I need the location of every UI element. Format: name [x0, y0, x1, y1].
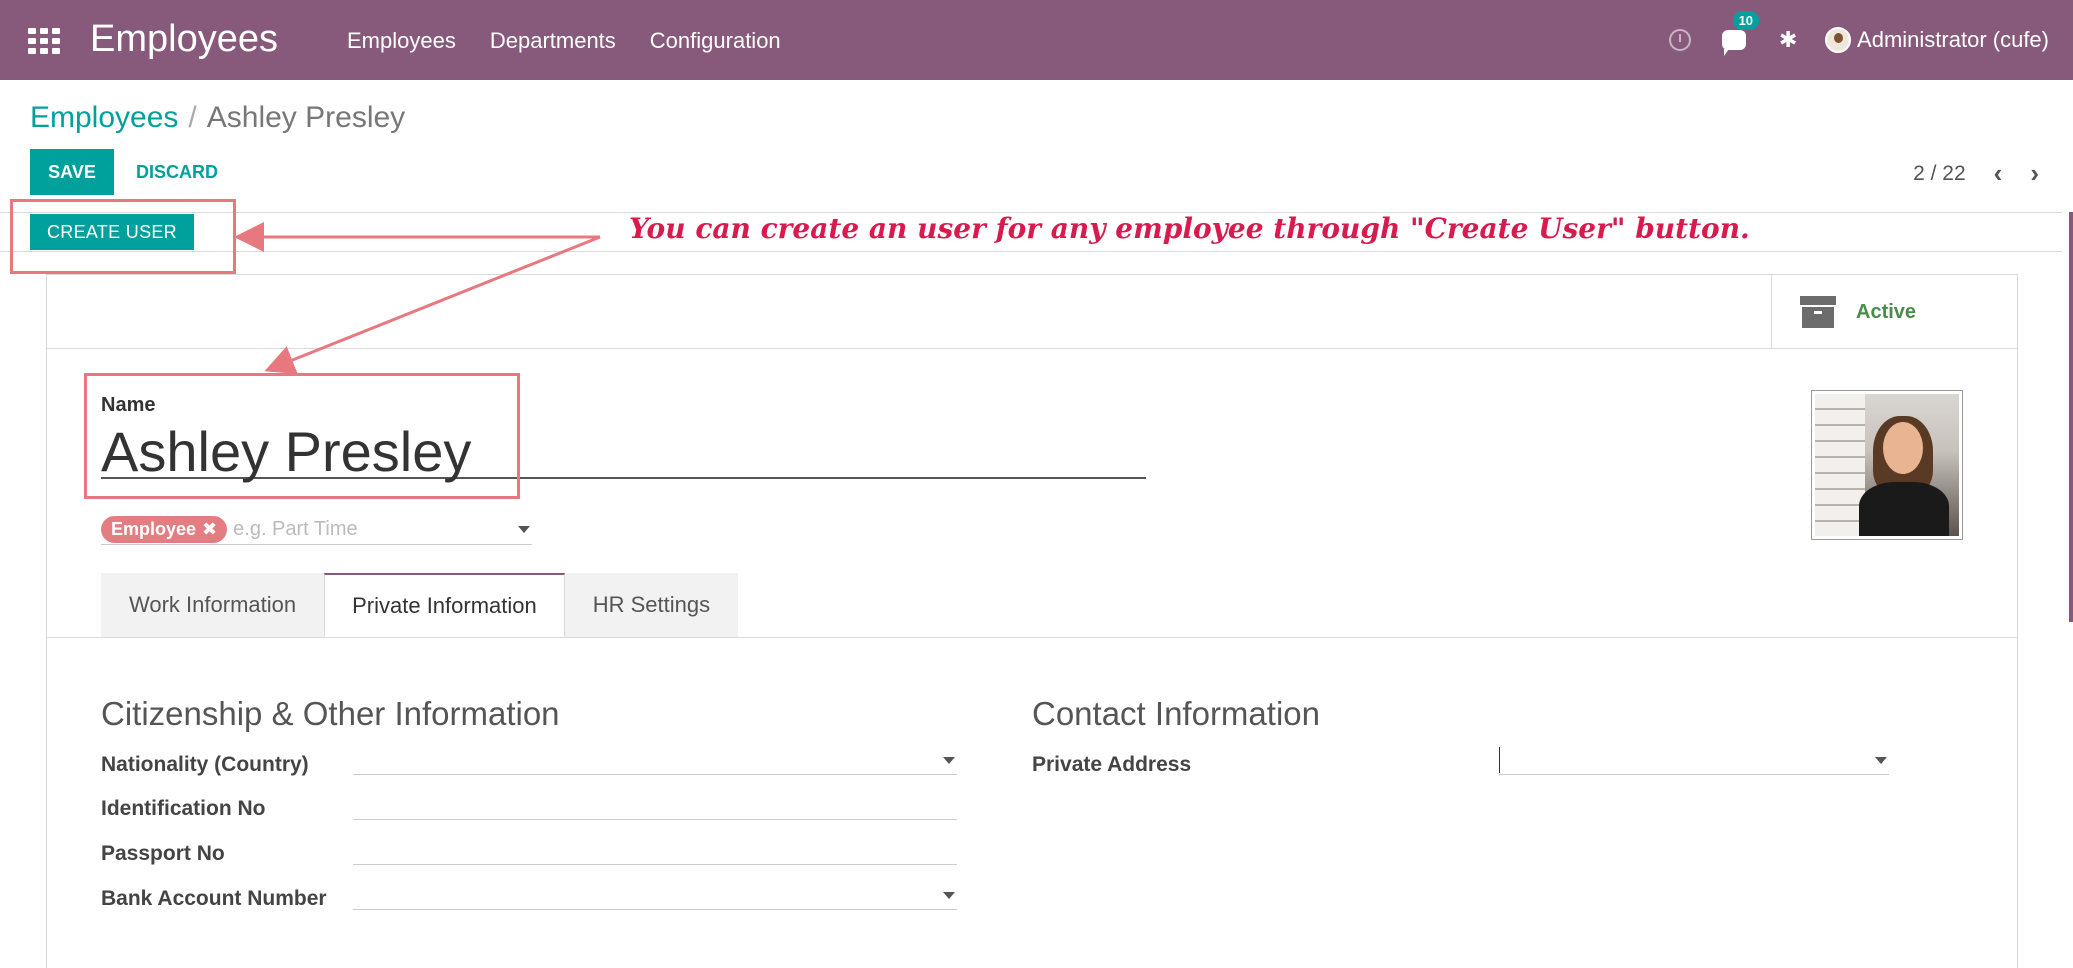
chevron-left-icon[interactable]: ‹ — [1994, 158, 2003, 189]
employee-photo[interactable] — [1811, 390, 1963, 540]
bank-account-label: Bank Account Number — [101, 887, 327, 910]
name-highlight-box — [84, 373, 520, 499]
avatar[interactable] — [1825, 27, 1852, 53]
main-menu: Employees Departments Configuration — [347, 28, 781, 54]
debug-button[interactable]: ✱ — [1771, 23, 1805, 57]
chat-icon — [1722, 30, 1747, 56]
menu-item-employees[interactable]: Employees — [347, 28, 456, 54]
remove-tag-icon[interactable]: ✖ — [202, 519, 217, 540]
breadcrumb-parent[interactable]: Employees — [30, 101, 178, 134]
tab-private-information[interactable]: Private Information — [324, 573, 565, 637]
activity-button[interactable] — [1663, 23, 1697, 57]
tags-field[interactable]: Employee ✖ e.g. Part Time — [101, 515, 532, 545]
notebook-tabs: Work Information Private Information HR … — [101, 573, 739, 637]
archive-icon — [1800, 296, 1836, 328]
chevron-down-icon[interactable] — [1875, 757, 1887, 764]
bug-icon: ✱ — [1778, 27, 1798, 52]
tag-employee: Employee ✖ — [101, 516, 228, 543]
top-navbar: Employees Employees Departments Configur… — [0, 0, 2073, 80]
chevron-down-icon[interactable] — [943, 757, 955, 764]
tags-placeholder: e.g. Part Time — [233, 518, 358, 540]
menu-item-departments[interactable]: Departments — [490, 28, 616, 54]
chevron-down-icon[interactable] — [943, 892, 955, 899]
identification-input[interactable] — [353, 790, 957, 820]
nationality-label: Nationality (Country) — [101, 753, 309, 776]
button-box: Active — [47, 275, 2017, 349]
bank-account-select[interactable] — [353, 880, 957, 910]
pager-value[interactable]: 2 / 22 — [1913, 162, 1966, 186]
tab-work-information[interactable]: Work Information — [101, 573, 325, 637]
window-edge — [2069, 212, 2073, 622]
discard-button[interactable]: DISCARD — [124, 149, 230, 195]
tab-hr-settings[interactable]: HR Settings — [564, 573, 739, 637]
text-cursor — [1499, 747, 1500, 773]
messages-button[interactable]: 10 — [1717, 11, 1760, 57]
clock-icon — [1669, 29, 1692, 51]
chevron-down-icon[interactable] — [518, 526, 530, 533]
breadcrumb: Employees / Ashley Presley — [30, 101, 405, 135]
active-toggle-button[interactable]: Active — [1771, 275, 2017, 349]
pager: 2 / 22 ‹ › — [1913, 158, 2039, 189]
app-title: Employees — [90, 18, 278, 60]
photo-image — [1815, 394, 1959, 536]
nationality-select[interactable] — [353, 745, 957, 775]
navbar-systray: 10 ✱ Administrator (cufe) — [1663, 11, 2049, 60]
private-address-select[interactable] — [1499, 745, 1889, 775]
create-user-highlight-box — [10, 199, 236, 274]
messages-count-badge: 10 — [1732, 11, 1760, 30]
breadcrumb-separator: / — [188, 101, 197, 134]
private-address-label: Private Address — [1032, 753, 1192, 776]
save-button[interactable]: SAVE — [30, 149, 114, 195]
chevron-right-icon[interactable]: › — [2030, 158, 2039, 189]
tag-label: Employee — [111, 519, 197, 539]
apps-grid-icon[interactable] — [28, 28, 62, 54]
user-menu[interactable]: Administrator (cufe) — [1857, 27, 2049, 53]
tab-divider — [47, 637, 2017, 638]
passport-label: Passport No — [101, 842, 225, 865]
menu-item-configuration[interactable]: Configuration — [650, 28, 781, 54]
active-label: Active — [1856, 300, 1917, 323]
contact-section-title: Contact Information — [1032, 695, 1320, 732]
passport-input[interactable] — [353, 835, 957, 865]
annotation-text: You can create an user for any employee … — [629, 212, 1750, 245]
breadcrumb-current: Ashley Presley — [206, 101, 406, 134]
identification-label: Identification No — [101, 797, 266, 820]
citizenship-section-title: Citizenship & Other Information — [101, 695, 560, 732]
